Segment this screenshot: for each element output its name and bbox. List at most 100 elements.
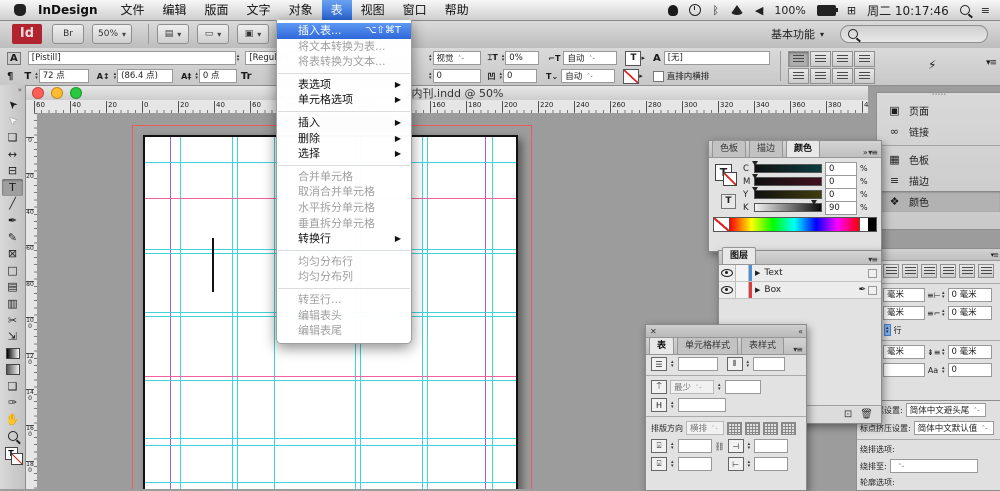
paragraph-align-button[interactable] (810, 51, 831, 67)
paragraph-align-button[interactable] (854, 68, 875, 84)
right-indent-stepper[interactable] (942, 291, 945, 299)
scissors-tool[interactable]: ✂ (2, 312, 23, 329)
guide-vertical[interactable] (237, 137, 238, 489)
guide-horizontal[interactable] (145, 376, 516, 377)
dropcap-field[interactable] (883, 363, 925, 377)
table-menu-item-0[interactable]: 插入表...⌥⇧⌘T (277, 23, 411, 39)
character-formatting-icon[interactable]: A (7, 52, 21, 65)
layer-name[interactable]: Box (760, 285, 781, 295)
dock-grip[interactable]: ••••• (877, 93, 1000, 100)
layer-visibility-toggle[interactable] (719, 265, 736, 281)
tab-stroke[interactable]: 描边 (749, 140, 783, 157)
gradient-feather-tool[interactable] (2, 362, 23, 379)
table-menu-item-8[interactable]: 删除▶ (277, 131, 411, 147)
kinsoku-dropdown[interactable]: 简体中文避头尾 (906, 403, 986, 417)
guide-horizontal[interactable] (145, 445, 516, 446)
dropcap-count-field[interactable]: 0 (948, 363, 992, 377)
note-tool[interactable]: ❑ (2, 378, 23, 395)
font-size-stepper[interactable] (35, 72, 38, 80)
horizontal-ruler[interactable]: 6040200204060801001201401601802002202402… (25, 100, 868, 114)
font-family-stepper[interactable] (237, 54, 240, 62)
notification-center-icon[interactable]: ≡ (981, 4, 990, 17)
menubar-item-5[interactable]: 表 (322, 0, 352, 20)
paragraph-align-button[interactable] (810, 68, 831, 84)
slider-knob[interactable] (752, 174, 758, 179)
tab-color[interactable]: 颜色 (786, 140, 820, 157)
dock-item-swatches[interactable]: ▦色板 (877, 149, 1000, 170)
close-panel-icon[interactable]: ✕ (650, 327, 657, 336)
menubar-item-2[interactable]: 版面 (196, 0, 238, 20)
trajan-button[interactable]: Tr (241, 71, 252, 82)
dock-item-pages[interactable]: ▣页面 (877, 100, 1000, 121)
workspace-switcher[interactable]: 基本功能 (771, 26, 824, 42)
app-name[interactable]: InDesign (38, 3, 98, 17)
table-panel-collapse-icon[interactable]: « (798, 327, 802, 336)
apple-menu-icon[interactable] (14, 4, 26, 16)
wifi-icon[interactable] (730, 5, 744, 15)
color-panel-collapse-icon[interactable]: » ▾≡ (859, 148, 881, 157)
time-machine-icon[interactable] (689, 4, 701, 16)
layer-visibility-toggle[interactable] (719, 282, 736, 298)
rows-stepper[interactable] (671, 360, 674, 368)
inset-right-stepper[interactable] (748, 460, 751, 468)
color-spectrum-ramp[interactable] (713, 217, 877, 232)
slider-track-C[interactable] (754, 164, 822, 173)
paragraph-align-button[interactable] (832, 51, 853, 67)
frame-tool[interactable]: ⊠ (2, 245, 23, 262)
inset-top-field[interactable] (678, 439, 712, 453)
guide-horizontal[interactable] (145, 482, 516, 483)
paragraph-align-button[interactable] (854, 51, 875, 67)
volume-icon[interactable]: ◀ (755, 4, 763, 17)
guide-vertical[interactable] (180, 137, 181, 489)
eyedropper-tool[interactable]: ✑ (2, 395, 23, 412)
guide-vertical[interactable] (422, 137, 423, 489)
tracking-stepper[interactable] (429, 72, 432, 80)
first-line-unit-field[interactable]: 毫米 (883, 306, 925, 320)
guide-horizontal[interactable] (145, 380, 516, 381)
paragraph-align-button[interactable] (883, 264, 899, 278)
menubar-clock[interactable]: 周二 10:17:46 (867, 2, 949, 19)
gyoudori-field[interactable]: 0 (503, 69, 537, 83)
layer-expand-arrow[interactable]: ▶ (752, 286, 760, 294)
paragraph-align-button[interactable] (788, 68, 809, 84)
writing-direction-dropdown[interactable]: 横排 (686, 421, 724, 435)
fill-arrow[interactable]: ▸ (641, 54, 645, 62)
guide-vertical[interactable] (427, 137, 428, 489)
guide-vertical[interactable] (485, 137, 486, 489)
channel-value-field[interactable]: 90 (825, 201, 857, 215)
slider-track-M[interactable] (754, 177, 822, 186)
stroke-color-swatch[interactable] (623, 69, 639, 84)
inset-left-stepper[interactable] (748, 442, 751, 450)
row-height-stepper[interactable] (718, 383, 721, 391)
menubar-item-4[interactable]: 对象 (280, 0, 322, 20)
dock-item-stroke[interactable]: ≡描边 (877, 170, 1000, 191)
line-tool[interactable]: ╱ (2, 196, 23, 213)
mojikumi-dropdown[interactable]: 简体中文默认值 (914, 421, 994, 435)
bridge-button[interactable]: Br (52, 24, 84, 44)
tab-layers[interactable]: 图层 (722, 247, 756, 264)
table-menu-item-4[interactable]: 表选项▶ (277, 77, 411, 93)
font-size-field[interactable]: 72 点 (39, 69, 89, 83)
input-method-icon[interactable]: ⊞ (847, 4, 856, 17)
indent-unit-field[interactable]: 毫米 (883, 288, 925, 302)
menubar-item-8[interactable]: 帮助 (436, 0, 478, 20)
type-tool[interactable]: T (2, 179, 23, 196)
menubar-item-7[interactable]: 窗口 (394, 0, 436, 20)
none-swatch[interactable] (714, 218, 730, 231)
space-after-stepper[interactable] (942, 348, 945, 356)
inset-bottom-field[interactable] (678, 457, 712, 471)
jidori2-dropdown[interactable]: 自动 (561, 69, 615, 83)
quick-apply-icon[interactable]: ⚡ (928, 58, 936, 72)
paragraph-align-button[interactable] (902, 264, 918, 278)
arrange-documents-button[interactable]: ▣ (237, 24, 269, 44)
content-collector-tool[interactable]: ⊟ (2, 162, 23, 179)
table-panel-menu-icon[interactable]: ▾≡ (789, 345, 806, 354)
align-bottom-icon[interactable] (763, 422, 778, 435)
columns-field[interactable] (753, 357, 785, 371)
guide-horizontal[interactable] (145, 438, 516, 439)
view-options-button[interactable]: ▤ (157, 24, 189, 44)
rectangle-tool[interactable]: □ (2, 262, 23, 279)
wrap-to-dropdown[interactable] (890, 459, 978, 473)
delete-layer-icon[interactable]: 🗑 (860, 409, 873, 420)
right-indent-field[interactable]: 0 毫米 (948, 288, 992, 302)
